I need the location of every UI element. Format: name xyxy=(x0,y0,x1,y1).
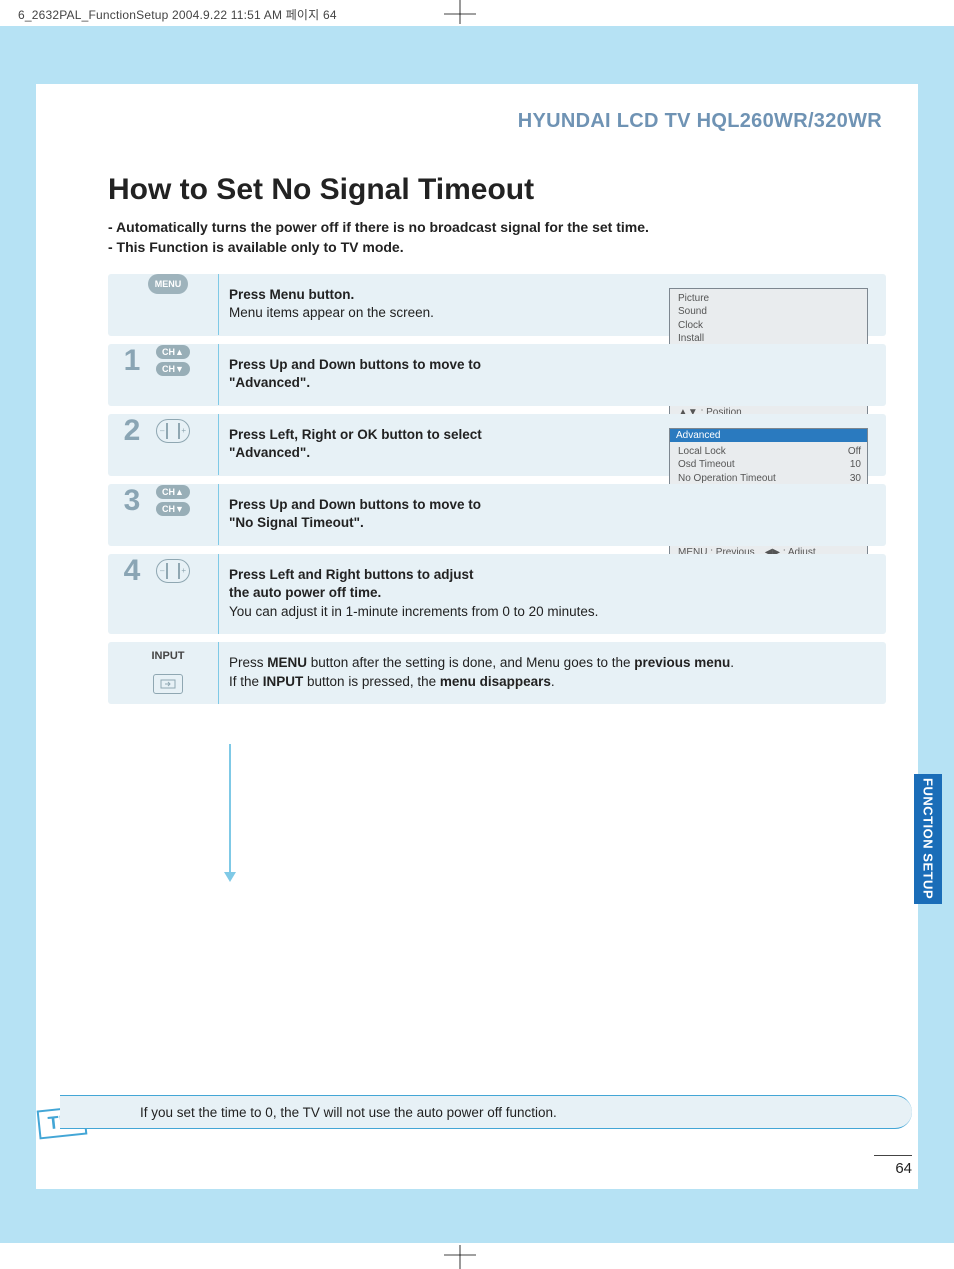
page-content: HYUNDAI LCD TV HQL260WR/320WR How to Set… xyxy=(36,84,918,1189)
subtitle-line1: - Automatically turns the power off if t… xyxy=(108,217,886,237)
text-line: Press Up and Down buttons to move to xyxy=(229,497,481,512)
step-1: 1 CH▲ CH▼ Press Up and Down buttons to m… xyxy=(108,344,886,406)
text-line: "Advanced". xyxy=(229,375,310,390)
menu-button-icon: MENU xyxy=(148,274,189,294)
step-text: Press Left and Right buttons to adjust t… xyxy=(218,554,886,635)
step-3: 3 CH▲ CH▼ Press Up and Down buttons to m… xyxy=(108,484,886,546)
step-number: 2 xyxy=(118,414,146,448)
text-bold: MENU xyxy=(267,655,307,670)
text-line: Menu items appear on the screen. xyxy=(229,305,434,320)
step-text: Press Up and Down buttons to move to "No… xyxy=(218,484,656,546)
frame-border-left xyxy=(0,26,36,1243)
tip-bar: If you set the time to 0, the TV will no… xyxy=(60,1095,912,1129)
text-line: Press Left, Right or OK button to select xyxy=(229,427,482,442)
timeline-line xyxy=(229,744,231,874)
up-down-button-icon: CH▲ CH▼ xyxy=(156,485,190,516)
step-number: 1 xyxy=(118,344,146,378)
step-text: Press Up and Down buttons to move to "Ad… xyxy=(218,344,656,406)
osd-item: Clock xyxy=(678,319,703,333)
osd-item: Local Lock xyxy=(678,445,726,459)
text-part: button is pressed, the xyxy=(303,674,440,689)
text-part: . xyxy=(730,655,734,670)
text-bold: menu disappears xyxy=(440,674,551,689)
ch-up-icon: CH▲ xyxy=(156,485,190,499)
steps-container: MENU Press Menu button. Menu items appea… xyxy=(108,274,886,705)
text-line: the auto power off time. xyxy=(229,585,381,600)
page-title: How to Set No Signal Timeout xyxy=(108,173,886,207)
osd-title: Advanced xyxy=(670,429,867,442)
frame-border-bottom xyxy=(0,1189,954,1243)
step-number: 4 xyxy=(118,554,146,588)
page-number: 64 xyxy=(874,1155,912,1177)
subtitle-line2: - This Function is available only to TV … xyxy=(108,237,886,257)
step-text: Press MENU button after the setting is d… xyxy=(218,642,886,704)
text-part: . xyxy=(551,674,555,689)
osd-value: Off xyxy=(848,445,861,459)
text-line: "No Signal Timeout". xyxy=(229,515,364,530)
osd-item: Picture xyxy=(678,292,709,306)
text-bold: INPUT xyxy=(263,674,304,689)
text-line: Press Left and Right buttons to adjust xyxy=(229,567,474,582)
step-2: 2 –+ Press Left, Right or OK button to s… xyxy=(108,414,886,476)
subtitle: - Automatically turns the power off if t… xyxy=(108,217,886,258)
section-tab: FUNCTION SETUP xyxy=(914,774,942,904)
input-button-icon xyxy=(153,674,183,694)
frame-border-right xyxy=(918,26,954,1243)
text-bold: previous menu xyxy=(634,655,730,670)
step-input: INPUT Press MENU button after the settin… xyxy=(108,642,886,704)
text-part: Press xyxy=(229,655,267,670)
up-down-button-icon: CH▲ CH▼ xyxy=(156,345,190,376)
text-line: "Advanced". xyxy=(229,445,310,460)
step-menu: MENU Press Menu button. Menu items appea… xyxy=(108,274,886,336)
osd-item: Osd Timeout xyxy=(678,458,735,472)
step-text: Press Menu button. Menu items appear on … xyxy=(218,274,656,336)
timeline-arrow-icon xyxy=(224,872,236,882)
print-crop-header: 6_2632PAL_FunctionSetup 2004.9.22 11:51 … xyxy=(18,6,337,23)
ch-down-icon: CH▼ xyxy=(156,502,190,516)
text-part: button after the setting is done, and Me… xyxy=(307,655,634,670)
text-line: You can adjust it in 1-minute increments… xyxy=(229,604,598,619)
step-4: 4 –+ Press Left and Right buttons to adj… xyxy=(108,554,886,635)
step-text: Press Left, Right or OK button to select… xyxy=(218,414,656,476)
product-header: HYUNDAI LCD TV HQL260WR/320WR xyxy=(108,110,886,133)
left-right-button-icon: –+ xyxy=(156,559,190,583)
input-label: INPUT xyxy=(152,650,185,662)
input-arrow-icon xyxy=(160,679,176,689)
osd-item: Sound xyxy=(678,305,707,319)
tip-text: If you set the time to 0, the TV will no… xyxy=(140,1105,557,1120)
text-line: Press Menu button. xyxy=(229,287,354,302)
frame-border-top xyxy=(0,26,954,84)
osd-value: 10 xyxy=(850,458,861,472)
left-right-button-icon: –+ xyxy=(156,419,190,443)
text-part: If the xyxy=(229,674,263,689)
step-number: 3 xyxy=(118,484,146,518)
ch-down-icon: CH▼ xyxy=(156,362,190,376)
ch-up-icon: CH▲ xyxy=(156,345,190,359)
text-line: Press Up and Down buttons to move to xyxy=(229,357,481,372)
